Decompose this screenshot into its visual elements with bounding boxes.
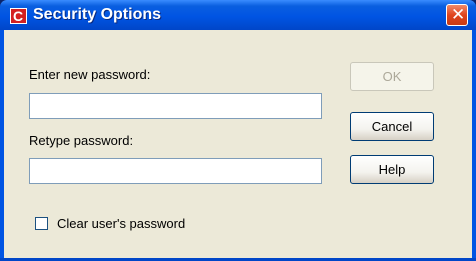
retype-password-input[interactable] <box>29 158 322 184</box>
new-password-label: Enter new password: <box>29 67 151 82</box>
app-logo-icon: C <box>10 8 27 24</box>
dialog-title: Security Options <box>33 6 162 23</box>
ok-button[interactable]: OK <box>350 62 434 91</box>
help-button[interactable]: Help <box>350 155 434 184</box>
app-logo-letter: C <box>13 8 24 24</box>
clear-password-label[interactable]: Clear user's password <box>57 216 185 231</box>
new-password-input[interactable] <box>29 93 322 119</box>
retype-password-label: Retype password: <box>29 133 134 148</box>
security-options-dialog: C Security Options ✕ Enter new password:… <box>0 0 476 261</box>
title-bar[interactable]: C Security Options ✕ <box>0 0 476 30</box>
window-frame-right <box>472 30 476 261</box>
close-button[interactable]: ✕ <box>446 4 468 26</box>
cancel-button[interactable]: Cancel <box>350 112 434 141</box>
close-icon: ✕ <box>451 5 466 25</box>
clear-password-checkbox[interactable] <box>35 217 48 230</box>
